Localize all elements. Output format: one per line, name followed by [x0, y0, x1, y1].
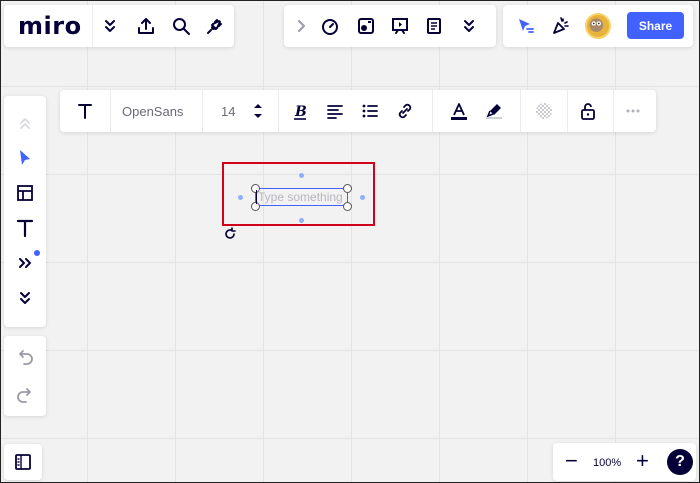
- avatar[interactable]: [585, 13, 611, 39]
- search-icon[interactable]: [167, 12, 195, 40]
- font-size-stepper[interactable]: [252, 101, 264, 121]
- bullet-list-icon[interactable]: [356, 97, 384, 125]
- divider: [202, 90, 203, 132]
- text-input[interactable]: Type something: [255, 188, 348, 206]
- owl-avatar-icon: [589, 18, 604, 32]
- presentation-icon[interactable]: [386, 12, 414, 40]
- share-button[interactable]: Share: [627, 12, 684, 39]
- collaboration-panel: Share: [503, 5, 693, 47]
- chevron-right-icon[interactable]: [287, 12, 315, 40]
- undo-icon[interactable]: [11, 342, 39, 370]
- text-tool-icon[interactable]: [11, 214, 39, 242]
- help-button[interactable]: ?: [667, 449, 693, 475]
- resize-dot-top[interactable]: [299, 173, 304, 178]
- text-icon[interactable]: [71, 97, 99, 125]
- highlight-marker-icon[interactable]: [480, 97, 508, 125]
- upload-icon[interactable]: [132, 12, 160, 40]
- chevron-double-down-icon[interactable]: [96, 12, 124, 40]
- text-format-toolbar: OpenSans 14 B: [60, 90, 656, 132]
- timer-icon[interactable]: [316, 12, 344, 40]
- resize-dot-right[interactable]: [360, 195, 365, 200]
- font-family-select[interactable]: OpenSans: [122, 104, 183, 119]
- divider: [520, 90, 521, 132]
- celebrate-icon[interactable]: [547, 12, 575, 40]
- frames-list-icon[interactable]: [9, 448, 37, 476]
- resize-dot-bottom[interactable]: [299, 218, 304, 223]
- divider: [278, 90, 279, 132]
- history-panel: [4, 336, 46, 416]
- svg-text:B: B: [294, 104, 307, 120]
- lock-icon[interactable]: [574, 97, 602, 125]
- divider: [567, 90, 568, 132]
- divider: [110, 90, 111, 132]
- bold-icon[interactable]: B: [286, 97, 314, 125]
- stepper-arrows-icon[interactable]: [252, 101, 264, 121]
- cursor-filter-icon[interactable]: [511, 12, 539, 40]
- plug-icon[interactable]: [201, 12, 229, 40]
- main-menu-panel: miro: [4, 5, 234, 47]
- resize-handle-top-right[interactable]: [343, 184, 352, 193]
- notification-dot: [34, 250, 40, 256]
- miro-logo[interactable]: miro: [18, 12, 82, 40]
- voting-icon[interactable]: [352, 12, 380, 40]
- resize-dot-left[interactable]: [238, 195, 243, 200]
- rotate-handle[interactable]: [222, 226, 238, 242]
- screenshot-border: [0, 0, 700, 483]
- rotate-icon[interactable]: [222, 226, 238, 242]
- redo-icon[interactable]: [11, 380, 39, 408]
- more-options-icon[interactable]: [619, 97, 647, 125]
- font-size-input[interactable]: 14: [221, 104, 235, 119]
- align-left-icon[interactable]: [321, 97, 349, 125]
- text-color-icon[interactable]: [445, 97, 473, 125]
- frames-panel: [4, 444, 42, 480]
- select-cursor-icon[interactable]: [11, 144, 39, 172]
- zoom-in-button[interactable]: +: [636, 448, 649, 474]
- zoom-out-button[interactable]: −: [565, 448, 578, 474]
- templates-icon[interactable]: [11, 179, 39, 207]
- board-tools-panel: [284, 5, 496, 47]
- notes-icon[interactable]: [420, 12, 448, 40]
- divider: [613, 90, 614, 132]
- chevron-double-down-icon[interactable]: [11, 284, 39, 312]
- left-toolbar: [4, 96, 46, 327]
- divider: [92, 5, 93, 47]
- text-caret: [256, 190, 257, 204]
- transparency-icon[interactable]: [530, 97, 558, 125]
- divider: [432, 90, 433, 132]
- link-icon[interactable]: [391, 97, 419, 125]
- collapse-up-icon[interactable]: [11, 109, 39, 137]
- resize-handle-bottom-right[interactable]: [343, 202, 352, 211]
- chevron-double-down-icon[interactable]: [455, 12, 483, 40]
- zoom-level[interactable]: 100%: [593, 457, 621, 469]
